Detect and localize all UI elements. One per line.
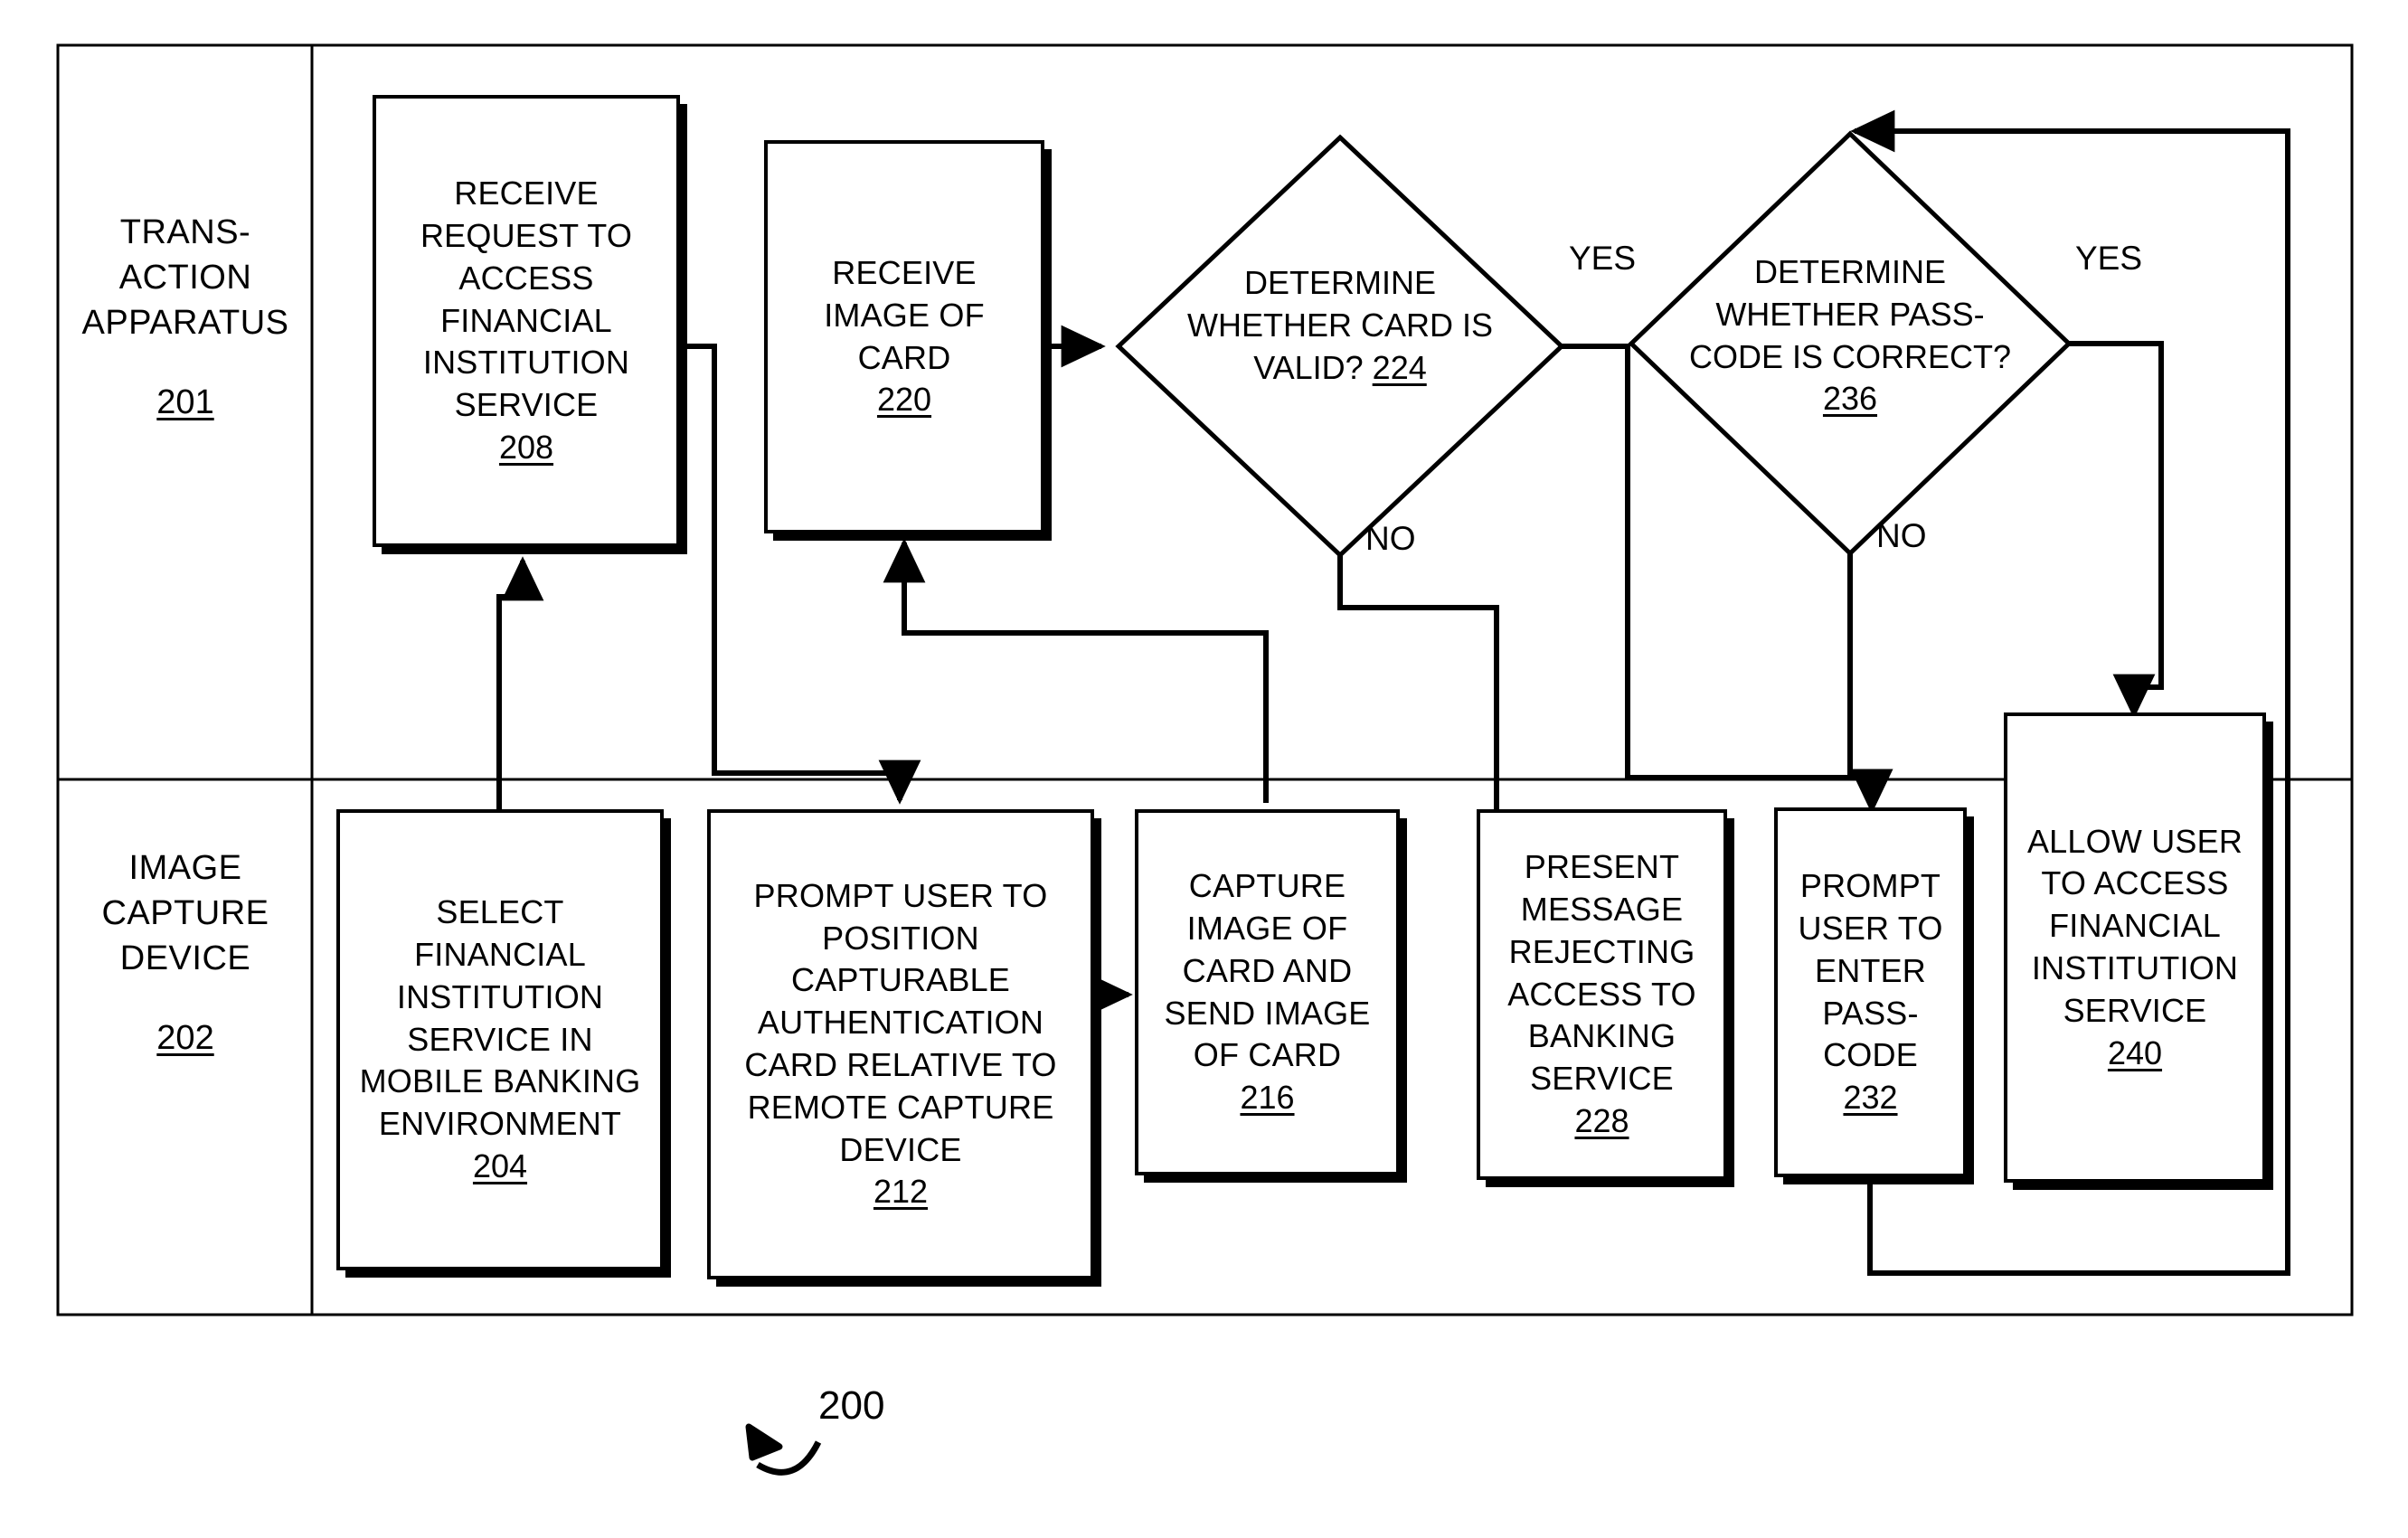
node-line: REJECTING [1508, 932, 1695, 970]
edge-label-passcode-yes: YES [2075, 240, 2143, 277]
node-line: SERVICE IN [407, 1020, 593, 1058]
edge-236-yes-to-240 [2069, 341, 2164, 719]
lane-line: CAPTURE [101, 894, 269, 933]
node-line: FINANCIAL [2049, 907, 2221, 945]
decision-passcode-shape [1628, 130, 2073, 557]
decision-card-valid-shape [1115, 134, 1565, 559]
edge-label-card-valid-yes: YES [1569, 240, 1637, 277]
node-line: OF CARD [1193, 1036, 1342, 1074]
node-reference-number: 212 [873, 1173, 929, 1211]
lane-line: APPARATUS [81, 304, 289, 343]
node-line: ACCESS [458, 259, 594, 297]
lane-reference-number: 202 [156, 1019, 214, 1058]
lane-line: ACTION [118, 259, 252, 297]
node-prompt-user-enter-passcode[interactable]: PROMPT USER TO ENTER PASS- CODE 232 [1774, 807, 1967, 1177]
node-line: ENTER [1814, 951, 1926, 989]
node-line: SERVICE [454, 386, 599, 424]
node-line: SEND IMAGE [1164, 994, 1371, 1032]
node-line: PROMPT USER TO [753, 876, 1048, 914]
node-receive-image-of-card[interactable]: RECEIVE IMAGE OF CARD 220 [764, 140, 1044, 533]
lane-label-transaction-apparatus: TRANS- ACTION APPARATUS 201 [72, 210, 298, 426]
node-line: PASS- [1822, 994, 1919, 1032]
node-line: FINANCIAL [414, 936, 586, 973]
node-text: RECEIVE IMAGE OF CARD 220 [818, 249, 990, 425]
node-line: POSITION [822, 919, 979, 957]
node-line: INSTITUTION [422, 344, 630, 382]
node-present-reject-message[interactable]: PRESENT MESSAGE REJECTING ACCESS TO BANK… [1477, 809, 1727, 1180]
node-text: SELECT FINANCIAL INSTITUTION SERVICE IN … [354, 888, 647, 1192]
node-select-financial-institution-service[interactable]: SELECT FINANCIAL INSTITUTION SERVICE IN … [336, 809, 664, 1270]
node-line: CARD RELATIVE TO [744, 1046, 1057, 1083]
node-line: CARD [857, 338, 951, 376]
edge-216-to-220 [883, 538, 1269, 803]
node-reference-number: 232 [1843, 1079, 1898, 1117]
node-allow-user-access[interactable]: ALLOW USER TO ACCESS FINANCIAL INSTITUTI… [2004, 712, 2266, 1183]
node-reference-number: 204 [472, 1146, 528, 1184]
node-line: CAPTURE [1188, 867, 1346, 905]
node-line: PROMPT [1799, 867, 1941, 905]
node-prompt-user-position-card[interactable]: PROMPT USER TO POSITION CAPTURABLE AUTHE… [707, 809, 1094, 1279]
node-line: REMOTE CAPTURE [747, 1088, 1054, 1126]
node-line: INSTITUTION [396, 977, 604, 1015]
lane-label-image-capture-device: IMAGE CAPTURE DEVICE 202 [72, 845, 298, 1062]
node-reference-number: 228 [1574, 1101, 1629, 1139]
node-receive-request[interactable]: RECEIVE REQUEST TO ACCESS FINANCIAL INST… [373, 95, 680, 547]
figure-reference-number: 200 [818, 1383, 885, 1428]
figure-callout-arrowhead [745, 1423, 783, 1461]
node-line: MESSAGE [1520, 891, 1684, 928]
node-line: PRESENT [1524, 848, 1680, 886]
node-text: RECEIVE REQUEST TO ACCESS FINANCIAL INST… [415, 169, 637, 473]
edge-label-passcode-no: NO [1876, 517, 1927, 554]
node-line: TO ACCESS [2041, 864, 2229, 902]
node-line: MOBILE BANKING [359, 1062, 641, 1100]
node-text: PROMPT USER TO POSITION CAPTURABLE AUTHE… [739, 872, 1062, 1217]
node-line: ACCESS TO [1507, 975, 1696, 1013]
patent-figure-canvas: TRANS- ACTION APPARATUS 201 IMAGE CAPTUR… [0, 0, 2408, 1538]
node-line: INSTITUTION [2031, 949, 2239, 986]
edge-204-to-208 [496, 556, 544, 809]
node-line: DEVICE [839, 1130, 962, 1168]
node-text: PRESENT MESSAGE REJECTING ACCESS TO BANK… [1502, 843, 1702, 1146]
node-reference-number: 208 [498, 428, 554, 466]
edge-236-no-to-232 [1847, 553, 1893, 814]
lane-line: TRANS- [119, 213, 251, 251]
node-line: ENVIRONMENT [378, 1105, 622, 1143]
node-line: IMAGE OF [824, 296, 985, 334]
node-line: SELECT [436, 893, 564, 931]
lane-line: IMAGE [128, 849, 242, 887]
node-text: ALLOW USER TO ACCESS FINANCIAL INSTITUTI… [2022, 817, 2248, 1079]
node-line: IMAGE OF [1186, 909, 1348, 947]
node-line: USER TO [1798, 909, 1943, 947]
node-line: FINANCIAL [440, 301, 612, 339]
node-reference-number: 216 [1240, 1079, 1295, 1117]
node-text: CAPTURE IMAGE OF CARD AND SEND IMAGE OF … [1158, 862, 1375, 1123]
node-line: ALLOW USER [2026, 822, 2243, 860]
node-line: REQUEST TO [420, 217, 633, 254]
node-line: CODE [1823, 1036, 1918, 1074]
node-line: AUTHENTICATION [757, 1004, 1044, 1042]
node-line: RECEIVE [454, 175, 599, 212]
node-capture-and-send-image[interactable]: CAPTURE IMAGE OF CARD AND SEND IMAGE OF … [1135, 809, 1400, 1175]
node-reference-number: 240 [2107, 1033, 2163, 1071]
lane-reference-number: 201 [156, 383, 214, 422]
lane-line: DEVICE [119, 939, 251, 978]
node-line: RECEIVE [832, 253, 977, 291]
edge-label-card-valid-no: NO [1365, 520, 1416, 557]
node-line: CAPTURABLE [790, 961, 1011, 999]
node-line: BANKING [1527, 1017, 1676, 1055]
node-line: CARD AND [1182, 951, 1353, 989]
node-reference-number: 220 [876, 381, 932, 419]
node-text: PROMPT USER TO ENTER PASS- CODE 232 [1792, 862, 1948, 1123]
node-line: SERVICE [1530, 1060, 1674, 1098]
node-line: SERVICE [2063, 991, 2207, 1029]
